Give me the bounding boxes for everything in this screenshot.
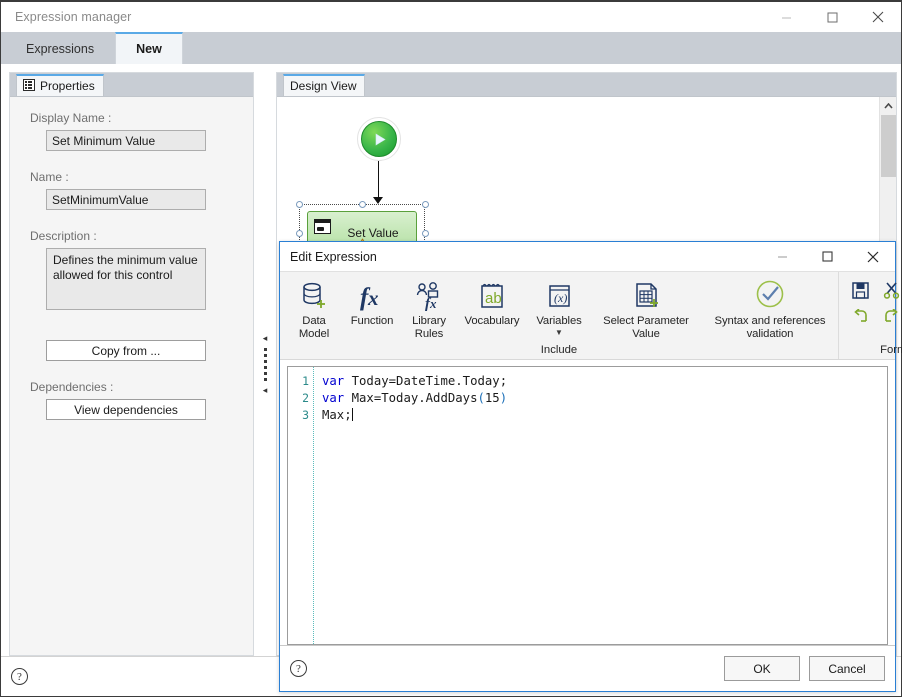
select-parameter-icon [629, 277, 663, 315]
ribbon-group-format-label: Format [880, 344, 902, 356]
set-value-icon [314, 219, 331, 234]
resize-handle[interactable] [296, 201, 303, 208]
dependencies-label: Dependencies : [30, 380, 114, 394]
editor-wrapper: 123 var Today=DateTime.Today; var Max=Tod… [280, 360, 895, 645]
properties-grid-icon [23, 78, 35, 94]
maximize-icon[interactable] [805, 242, 850, 271]
window-controls [763, 2, 901, 32]
ribbon-button-library-rules-label: Library Rules [412, 315, 446, 340]
editor-code-area[interactable]: var Today=DateTime.Today; var Max=Today.A… [314, 367, 887, 644]
resize-handle[interactable] [359, 201, 366, 208]
main-tabstrip: Expressions New [1, 32, 901, 64]
ribbon-group-format: Format [839, 272, 902, 359]
close-icon[interactable] [855, 2, 901, 32]
help-circle-icon[interactable]: ? [11, 668, 28, 685]
dialog-title: Edit Expression [290, 249, 377, 264]
cancel-button[interactable]: Cancel [809, 656, 885, 681]
resize-handle[interactable] [422, 230, 429, 237]
display-name-input[interactable]: Set Minimum Value [46, 130, 206, 151]
maximize-icon[interactable] [809, 2, 855, 32]
redo-icon[interactable] [880, 306, 902, 328]
collapse-left-icon[interactable]: ◂ [263, 333, 268, 342]
name-input[interactable]: SetMinimumValue [46, 189, 206, 210]
copy-from-button[interactable]: Copy from ... [46, 340, 206, 361]
ribbon-button-syntax-validation-label: Syntax and references validation [714, 315, 826, 340]
validation-check-icon [752, 277, 788, 315]
editor-gutter: 123 [288, 367, 314, 644]
scroll-up-icon[interactable] [880, 97, 897, 114]
format-row-top [849, 279, 902, 301]
svg-text:x: x [429, 296, 437, 311]
function-fx-icon: f x [355, 277, 389, 315]
main-titlebar: Expression manager [1, 2, 901, 32]
tab-expressions[interactable]: Expressions [5, 34, 116, 64]
dialog-titlebar: Edit Expression [280, 242, 895, 271]
name-label: Name : [30, 170, 69, 184]
variables-x-icon: (x) [542, 277, 576, 315]
chevron-down-icon[interactable]: ▼ [555, 329, 563, 337]
minimize-icon[interactable] [763, 2, 809, 32]
description-label: Description : [30, 229, 97, 243]
library-rules-icon: f x [412, 277, 446, 315]
ribbon-button-library-rules[interactable]: f x Library Rules [402, 277, 456, 341]
properties-tabrow: Properties [10, 73, 253, 97]
ribbon-button-syntax-validation[interactable]: Syntax and references validation [702, 277, 838, 341]
edge-arrowhead [373, 197, 383, 204]
ribbon-button-variables-label: Variables [536, 315, 582, 327]
properties-body: Display Name : Set Minimum Value Name : … [10, 97, 253, 655]
save-icon[interactable] [849, 279, 871, 301]
design-tabrow: Design View [277, 73, 896, 97]
tab-design-view[interactable]: Design View [283, 74, 366, 96]
dialog-footer: ? OK Cancel [280, 645, 895, 691]
ribbon-include-items: Data Model f x Function f x Library Rule… [286, 272, 838, 342]
ribbon-button-variables[interactable]: (x) Variables ▼ [528, 277, 590, 337]
display-name-label: Display Name : [30, 111, 112, 125]
view-dependencies-button[interactable]: View dependencies [46, 399, 206, 420]
dialog-window-controls [760, 242, 895, 271]
ribbon-button-data-model-label: Data Model [298, 315, 330, 340]
ribbon-group-include-label: Include [540, 344, 578, 356]
ribbon-button-vocabulary[interactable]: ab Vocabulary [456, 277, 528, 328]
tab-properties-label: Properties [40, 79, 95, 93]
tab-properties[interactable]: Properties [16, 74, 104, 96]
description-textarea[interactable]: Defines the minimum value allowed for th… [46, 248, 206, 310]
ribbon-button-select-parameter-value-label: Select Parameter Value [603, 315, 689, 340]
ribbon-group-include: Data Model f x Function f x Library Rule… [280, 272, 839, 359]
close-icon[interactable] [850, 242, 895, 271]
splitter-grip[interactable] [263, 347, 267, 381]
resize-handle[interactable] [296, 230, 303, 237]
ok-button[interactable]: OK [724, 656, 800, 681]
format-row-bottom [849, 306, 902, 328]
scrollbar-thumb[interactable] [880, 115, 896, 177]
svg-text:(x): (x) [554, 291, 567, 305]
cut-scissors-icon[interactable] [880, 279, 902, 301]
ribbon-button-vocabulary-label: Vocabulary [464, 315, 520, 327]
play-start-icon [361, 121, 397, 157]
ribbon-button-function-label: Function [350, 315, 394, 327]
vocabulary-ab-icon: ab [475, 277, 509, 315]
properties-panel: Properties Display Name : Set Minimum Va… [9, 72, 254, 656]
resize-handle[interactable] [422, 201, 429, 208]
window-title: Expression manager [15, 10, 132, 24]
help-circle-icon[interactable]: ? [290, 660, 307, 677]
edit-expression-dialog: Edit Expression Data Model f x Function … [279, 241, 902, 692]
svg-text:ab: ab [485, 290, 502, 307]
code-editor[interactable]: 123 var Today=DateTime.Today; var Max=Tod… [287, 366, 888, 645]
start-node[interactable] [357, 117, 401, 161]
tab-new[interactable]: New [115, 32, 183, 64]
ribbon-button-function[interactable]: f x Function [342, 277, 402, 328]
ribbon-button-select-parameter-value[interactable]: Select Parameter Value [590, 277, 702, 341]
data-model-icon [297, 277, 331, 315]
minimize-icon[interactable] [760, 242, 805, 271]
undo-icon[interactable] [849, 306, 871, 328]
panel-splitter[interactable]: ◂ ◂ [254, 72, 276, 656]
collapse-left-icon-2[interactable]: ◂ [263, 385, 268, 394]
ribbon-button-data-model[interactable]: Data Model [286, 277, 342, 341]
svg-text:x: x [367, 286, 379, 310]
dialog-ribbon: Data Model f x Function f x Library Rule… [280, 271, 902, 360]
edge-start-to-node [378, 161, 379, 200]
